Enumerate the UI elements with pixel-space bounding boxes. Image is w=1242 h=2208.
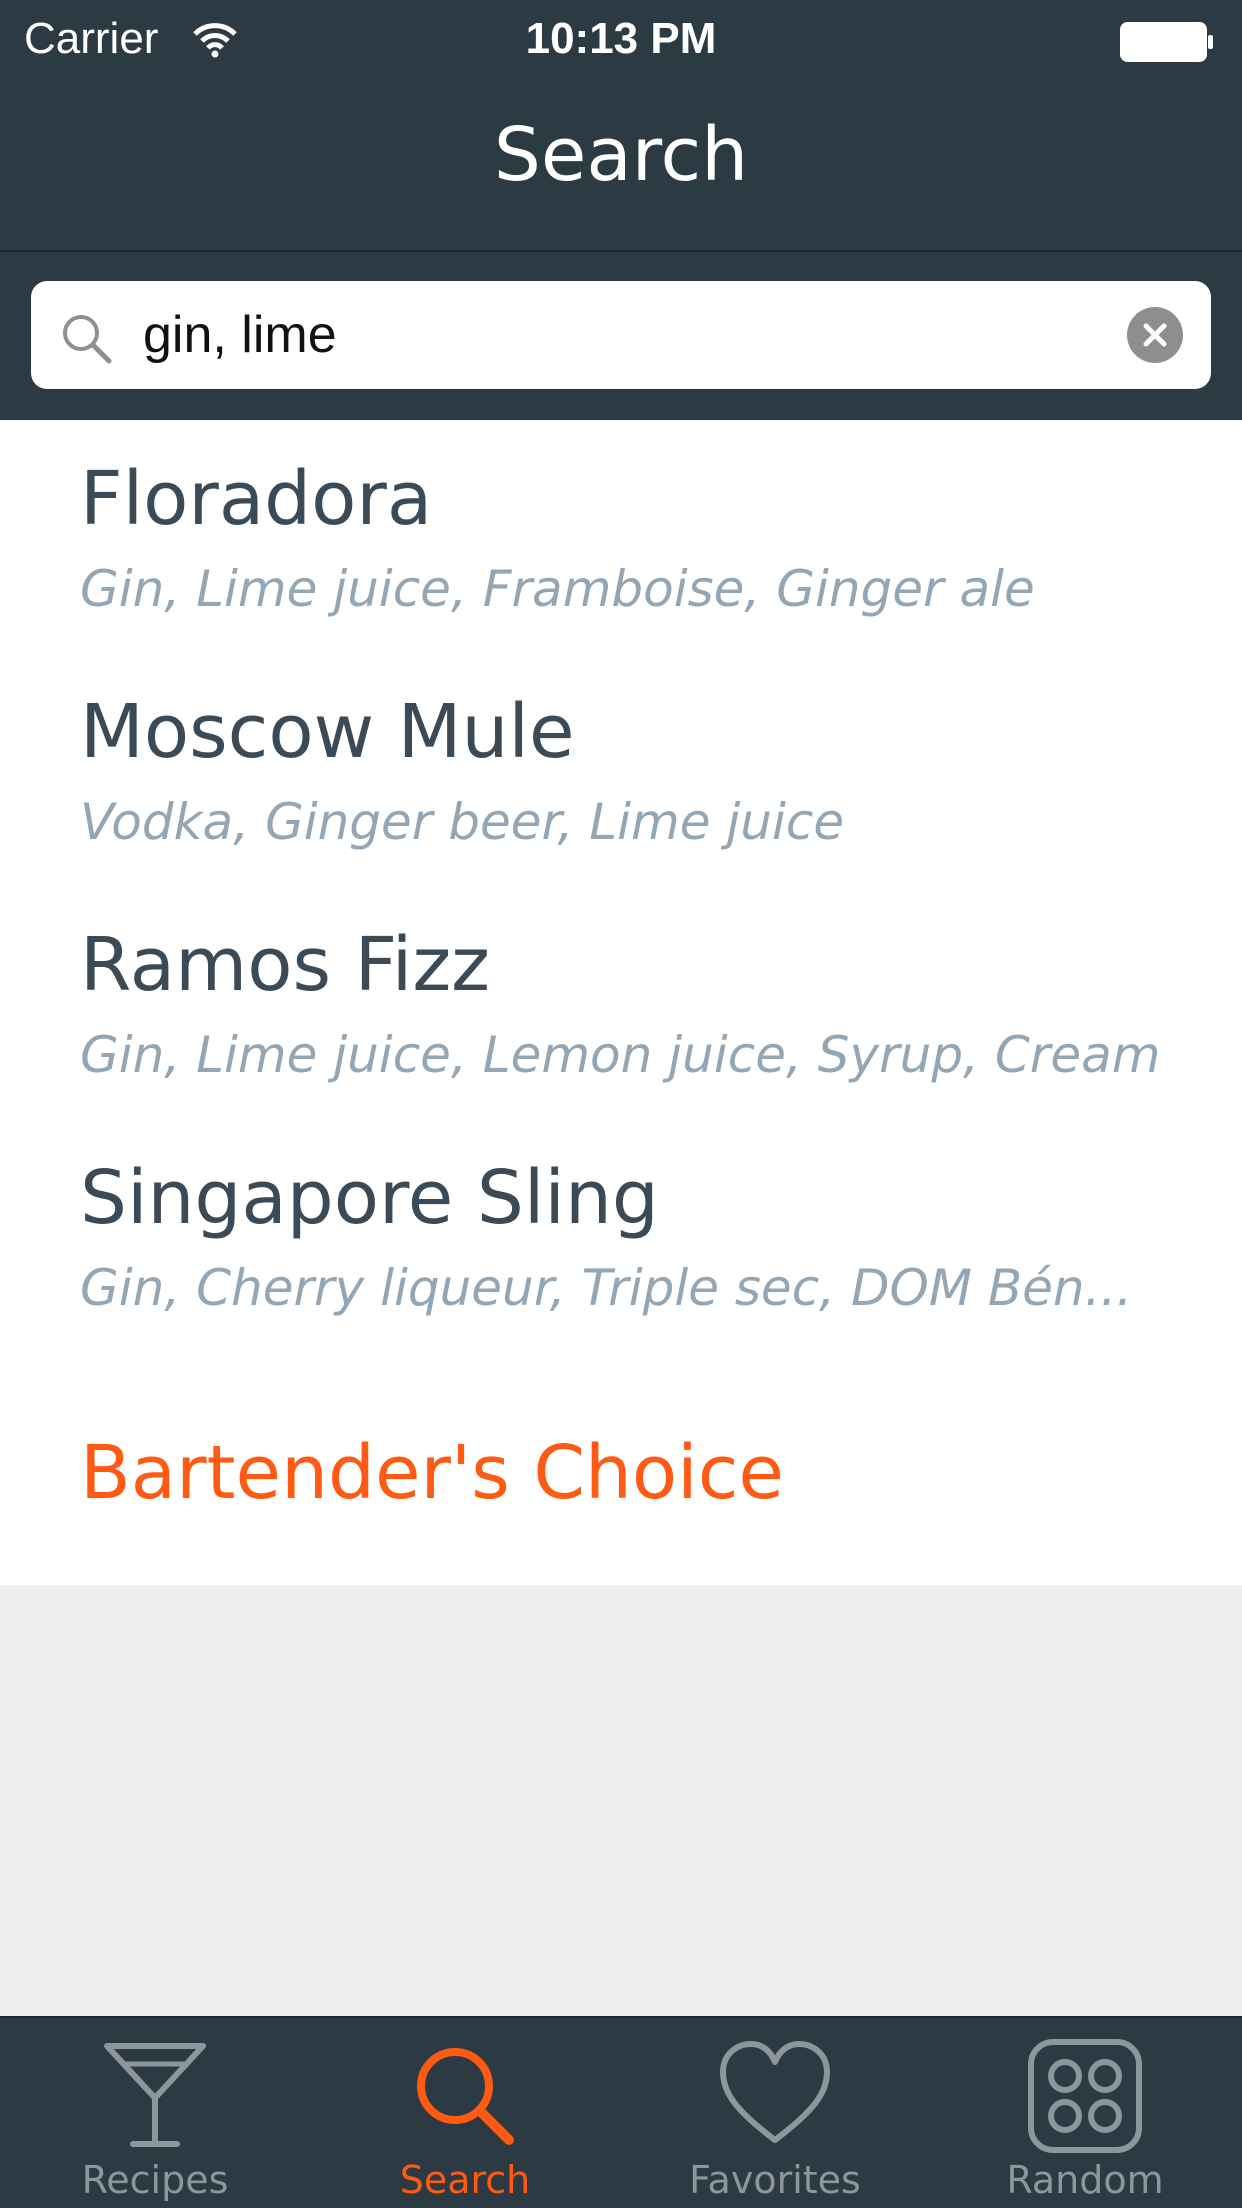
recipe-title: Moscow Mule <box>80 689 575 775</box>
recipe-ingredients: Vodka, Ginger beer, Lime juice <box>80 793 845 851</box>
recipe-ingredients: Gin, Lime juice, Lemon juice, Syrup, Cre… <box>80 1026 1161 1084</box>
navbar-divider <box>0 250 1242 252</box>
status-time: 10:13 PM <box>525 14 717 63</box>
tab-favorites[interactable]: Favorites <box>620 2018 930 2208</box>
bartenders-choice-link[interactable]: Bartender's Choice <box>80 1430 784 1516</box>
search-input[interactable] <box>143 299 1103 371</box>
tab-random[interactable]: Random <box>930 2018 1240 2208</box>
recipe-title: Floradora <box>80 456 433 542</box>
recipe-title: Ramos Fizz <box>80 922 490 1008</box>
tab-recipes[interactable]: Recipes <box>0 2018 310 2208</box>
list-item[interactable]: Singapore Sling Gin, Cherry liqueur, Tri… <box>0 1119 1242 1351</box>
top-bar: Carrier 10:13 PM Search <box>0 0 1242 420</box>
list-item[interactable]: Floradora Gin, Lime juice, Framboise, Gi… <box>0 420 1242 652</box>
clear-search-button[interactable] <box>1127 307 1183 363</box>
tab-label: Random <box>1006 2158 1164 2202</box>
recipe-title: Singapore Sling <box>80 1155 659 1241</box>
cocktail-glass-icon <box>104 2043 206 2147</box>
tab-label: Favorites <box>689 2158 861 2202</box>
page-title: Search <box>493 112 749 198</box>
dice-icon <box>1028 2039 1142 2153</box>
list-item[interactable]: Ramos Fizz Gin, Lime juice, Lemon juice,… <box>0 886 1242 1118</box>
tab-label: Search <box>399 2158 531 2202</box>
search-bar[interactable] <box>31 281 1211 389</box>
tab-label: Recipes <box>81 2158 229 2202</box>
heart-icon <box>720 2041 830 2143</box>
close-icon <box>1143 323 1167 347</box>
recipe-ingredients: Gin, Cherry liqueur, Triple sec, DOM Bén… <box>80 1259 1133 1317</box>
battery-icon <box>1120 22 1213 62</box>
search-icon <box>63 315 112 364</box>
list-item[interactable]: Moscow Mule Vodka, Ginger beer, Lime jui… <box>0 653 1242 885</box>
tab-bar: Recipes Search Favorites Random <box>0 2016 1242 2208</box>
tab-search[interactable]: Search <box>310 2018 620 2208</box>
search-icon <box>417 2048 514 2145</box>
recipe-ingredients: Gin, Lime juice, Framboise, Ginger ale <box>80 560 1035 618</box>
status-bar: Carrier 10:13 PM <box>0 0 1242 84</box>
results-list: Floradora Gin, Lime juice, Framboise, Gi… <box>0 420 1242 1585</box>
screen: Carrier 10:13 PM Search gin, lime Florad… <box>0 0 1242 2208</box>
